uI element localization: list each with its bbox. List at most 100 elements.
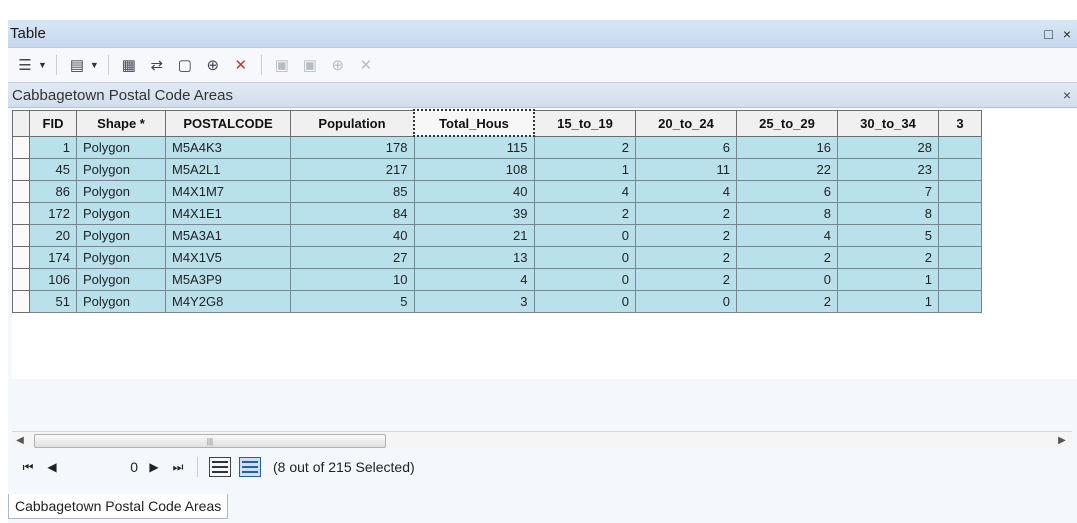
table-cell[interactable]: Polygon <box>76 268 166 291</box>
table-cell[interactable]: Polygon <box>76 135 166 159</box>
next-record-icon[interactable]: ▶ <box>146 460 162 474</box>
table-cell[interactable]: Polygon <box>76 290 166 313</box>
table-cell[interactable]: 2 <box>635 246 737 269</box>
table-cell[interactable] <box>938 180 982 203</box>
chevron-down-icon[interactable]: ▼ <box>90 60 99 70</box>
clear-selection-icon[interactable]: ▢ <box>174 54 196 76</box>
table-cell[interactable]: 0 <box>635 290 737 313</box>
column-header[interactable]: 15_to_19 <box>533 109 636 137</box>
paste-icon[interactable]: ▣ <box>299 54 321 76</box>
table-row[interactable]: 51 Polygon M4Y2G8 5 3 0 0 2 1 <box>12 290 982 313</box>
table-cell[interactable]: 22 <box>736 158 838 181</box>
table-cell[interactable] <box>938 224 982 247</box>
table-cell[interactable]: 1 <box>29 135 77 159</box>
table-cell[interactable]: Polygon <box>76 224 166 247</box>
row-selector[interactable] <box>12 246 30 269</box>
zoom-to-selected-icon[interactable]: ⊕ <box>202 54 224 76</box>
bottom-table-tab[interactable]: Cabbagetown Postal Code Areas <box>8 494 229 519</box>
table-cell[interactable]: 40 <box>413 180 535 203</box>
table-cell[interactable]: M5A2L1 <box>165 158 291 181</box>
table-cell[interactable]: 23 <box>837 158 939 181</box>
maximize-icon[interactable]: □ <box>1044 26 1052 42</box>
table-cell[interactable]: 4 <box>635 180 737 203</box>
row-selector[interactable] <box>12 224 30 247</box>
table-cell[interactable]: M4Y2G8 <box>165 290 291 313</box>
show-all-records-icon[interactable] <box>209 457 231 477</box>
table-cell[interactable] <box>938 135 982 159</box>
related-tables-icon[interactable]: ▤ <box>66 54 88 76</box>
column-header[interactable]: Population <box>290 109 415 137</box>
table-cell[interactable]: 4 <box>413 268 535 291</box>
column-header[interactable]: 20_to_24 <box>635 109 737 137</box>
table-cell[interactable]: 5 <box>837 224 939 247</box>
table-cell[interactable]: 108 <box>413 158 535 181</box>
table-cell[interactable]: 5 <box>290 290 415 313</box>
table-cell[interactable]: 2 <box>533 202 636 225</box>
table-cell[interactable]: Polygon <box>76 180 166 203</box>
column-header[interactable]: 30_to_34 <box>837 109 939 137</box>
table-cell[interactable]: 21 <box>413 224 535 247</box>
table-cell[interactable]: 85 <box>290 180 415 203</box>
table-cell[interactable]: M5A3P9 <box>165 268 291 291</box>
scroll-left-icon[interactable]: ◀ <box>12 435 28 446</box>
scrollbar-thumb[interactable]: ||| <box>34 434 386 448</box>
copy-icon[interactable]: ▣ <box>271 54 293 76</box>
table-cell[interactable]: 28 <box>837 135 939 159</box>
table-cell[interactable]: 8 <box>736 202 838 225</box>
switch-selection-icon[interactable]: ⇄ <box>146 54 168 76</box>
table-cell[interactable] <box>938 158 982 181</box>
column-header[interactable]: POSTALCODE <box>165 109 291 137</box>
column-header[interactable]: Total_Hous <box>413 109 535 137</box>
table-cell[interactable]: Polygon <box>76 246 166 269</box>
row-selector[interactable] <box>12 158 30 181</box>
table-cell[interactable]: 10 <box>290 268 415 291</box>
close-icon[interactable]: × <box>1063 87 1071 103</box>
table-cell[interactable]: 2 <box>736 246 838 269</box>
table-cell[interactable]: 2 <box>635 224 737 247</box>
table-cell[interactable]: 6 <box>736 180 838 203</box>
table-cell[interactable]: M4X1M7 <box>165 180 291 203</box>
table-cell[interactable] <box>938 246 982 269</box>
table-cell[interactable]: 0 <box>533 246 636 269</box>
column-header[interactable]: FID <box>29 109 77 137</box>
table-cell[interactable] <box>938 290 982 313</box>
table-cell[interactable]: 174 <box>29 246 77 269</box>
table-cell[interactable]: M5A3A1 <box>165 224 291 247</box>
table-cell[interactable]: Polygon <box>76 202 166 225</box>
table-cell[interactable]: 20 <box>29 224 77 247</box>
table-cell[interactable]: 0 <box>533 224 636 247</box>
scroll-right-icon[interactable]: ▶ <box>1054 435 1070 446</box>
row-selector[interactable] <box>12 202 30 225</box>
table-cell[interactable]: 51 <box>29 290 77 313</box>
delete-icon[interactable]: ✕ <box>355 54 377 76</box>
table-cell[interactable]: 0 <box>533 290 636 313</box>
table-options-icon[interactable]: ☰ <box>14 54 36 76</box>
table-row[interactable]: 174 Polygon M4X1V5 27 13 0 2 2 2 <box>12 246 982 269</box>
table-cell[interactable]: 1 <box>533 158 636 181</box>
table-cell[interactable]: 2 <box>635 202 737 225</box>
show-selected-records-icon[interactable] <box>239 457 261 477</box>
table-cell[interactable]: 1 <box>837 290 939 313</box>
table-cell[interactable]: 2 <box>533 135 636 159</box>
table-cell[interactable]: M4X1V5 <box>165 246 291 269</box>
table-cell[interactable]: 1 <box>837 268 939 291</box>
table-cell[interactable]: 0 <box>533 268 636 291</box>
column-header[interactable]: Shape * <box>76 109 166 137</box>
previous-record-icon[interactable]: ◀ <box>44 460 60 474</box>
chevron-down-icon[interactable]: ▼ <box>38 60 47 70</box>
table-cell[interactable]: 11 <box>635 158 737 181</box>
delete-selected-icon[interactable]: ✕ <box>230 54 252 76</box>
table-cell[interactable]: 2 <box>635 268 737 291</box>
select-by-attributes-icon[interactable]: ▦ <box>118 54 140 76</box>
table-row[interactable]: 86 Polygon M4X1M7 85 40 4 4 6 7 <box>12 180 982 203</box>
table-row[interactable]: 45 Polygon M5A2L1 217 108 1 11 22 23 <box>12 158 982 181</box>
table-cell[interactable]: M5A4K3 <box>165 135 291 159</box>
table-cell[interactable]: 7 <box>837 180 939 203</box>
table-cell[interactable]: 178 <box>290 135 415 159</box>
table-cell[interactable]: 3 <box>413 290 535 313</box>
table-row[interactable]: 1 Polygon M5A4K3 178 115 2 6 16 28 <box>12 135 982 159</box>
row-selector-header[interactable] <box>12 109 30 137</box>
table-cell[interactable] <box>938 268 982 291</box>
first-record-icon[interactable]: ⏮ <box>20 460 36 475</box>
table-cell[interactable]: 4 <box>533 180 636 203</box>
